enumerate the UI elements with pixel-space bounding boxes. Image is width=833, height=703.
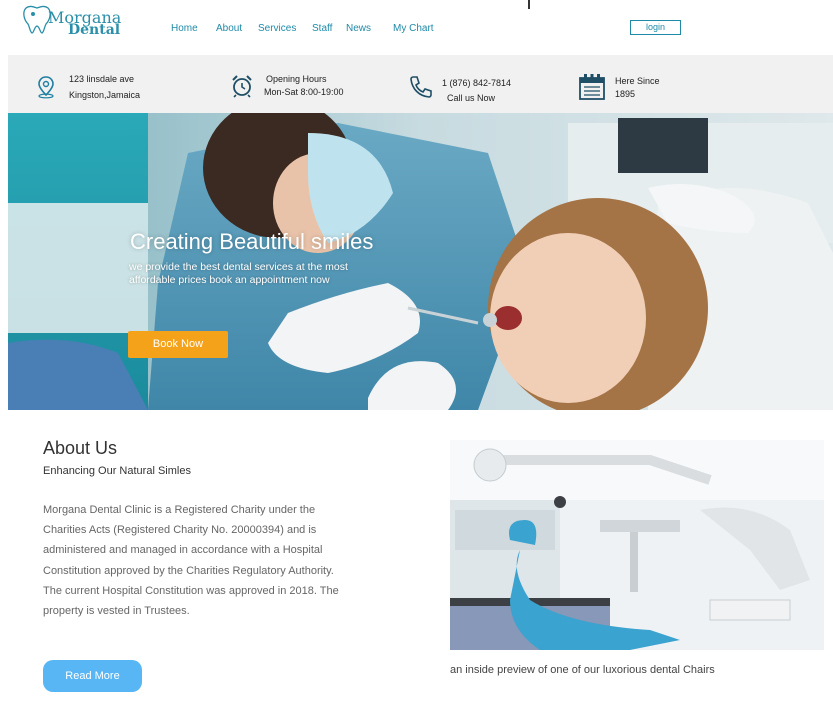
location-pin-icon (38, 76, 54, 99)
brand-logo[interactable]: Morgana Dental (20, 2, 130, 42)
dental-chair-photo (450, 440, 824, 650)
info-bar: 123 linsdale ave Kingston,Jamaica Openin… (8, 55, 833, 113)
hero-title: Creating Beautiful smiles (130, 229, 374, 254)
login-button[interactable]: login (630, 20, 681, 35)
dental-chair-image (450, 440, 824, 650)
text-cursor (528, 0, 530, 9)
since-line1: Here Since (615, 76, 660, 86)
phone-cta: Call us Now (447, 93, 496, 103)
phone-icon (410, 76, 432, 98)
about-subtitle: Enhancing Our Natural Simles (43, 465, 191, 477)
calendar-icon (579, 74, 605, 100)
read-more-button[interactable]: Read More (43, 660, 142, 692)
hours-line2: Mon-Sat 8:00-19:00 (264, 87, 344, 97)
phone-number[interactable]: 1 (876) 842-7814 (442, 77, 511, 90)
since-line2: 1895 (615, 89, 636, 99)
brand-name-line2: Dental (68, 22, 121, 38)
image-caption: an inside preview of one of our luxoriou… (450, 664, 715, 676)
address-line2: Kingston,Jamaica (69, 90, 141, 100)
alarm-clock-icon (232, 75, 252, 98)
about-body: Morgana Dental Clinic is a Registered Ch… (43, 504, 339, 618)
site-header: Morgana Dental Home About Services Staff… (0, 0, 833, 55)
address-line1: 123 linsdale ave (69, 74, 135, 84)
book-now-button[interactable]: Book Now (128, 331, 228, 358)
nav-news[interactable]: News (346, 23, 371, 34)
nav-my-chart[interactable]: My Chart (393, 23, 434, 34)
about-title: About Us (43, 438, 118, 458)
nav-home[interactable]: Home (171, 23, 198, 34)
hero-banner: Creating Beautiful smiles we provide the… (8, 113, 833, 410)
nav-about[interactable]: About (216, 23, 242, 34)
hero-subtitle: we provide the best dental services at t… (129, 261, 348, 286)
nav-services[interactable]: Services (258, 23, 296, 34)
hours-line1: Opening Hours (266, 74, 327, 84)
nav-staff[interactable]: Staff (312, 23, 332, 34)
